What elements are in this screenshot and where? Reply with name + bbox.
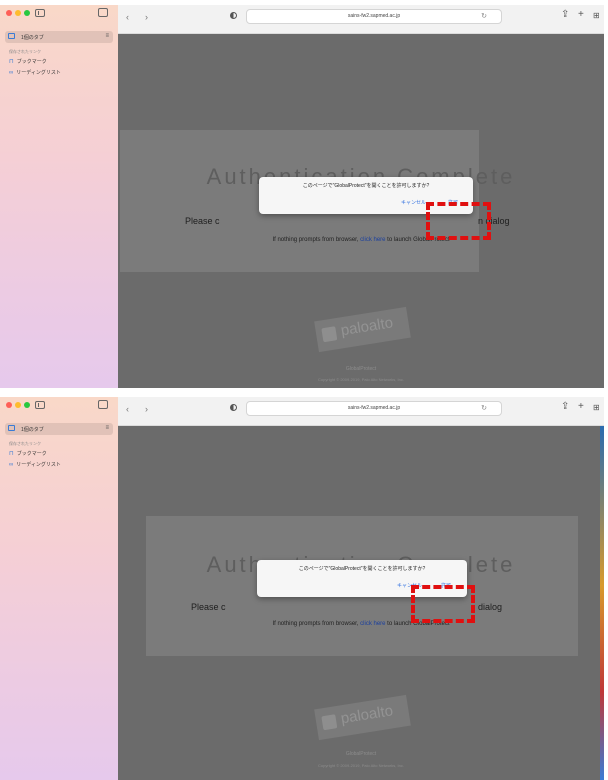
forward-button[interactable]: › — [145, 12, 148, 22]
launch-hint: If nothing prompts from browser, click h… — [118, 621, 604, 627]
address-bar[interactable]: sains-fw2.sapmed.ac.jp ↻ — [246, 401, 502, 416]
close-button[interactable] — [6, 10, 12, 16]
tab-group-label: 1個のタブ — [21, 427, 44, 433]
tab-grid-icon[interactable]: ⊞ — [593, 403, 600, 412]
back-button[interactable]: ‹ — [126, 404, 129, 414]
tab-overview-icon[interactable] — [98, 8, 108, 17]
cancel-button[interactable]: キャンセル — [401, 199, 426, 206]
window-controls — [6, 10, 30, 16]
screenshot-1: 1個のタブ ≡ 保存されたリンク ⊓ ブックマーク ∞ リーディングリスト ‹ › … — [0, 5, 604, 388]
highlight-allow — [411, 585, 475, 623]
paloalto-logo: paloalto — [314, 694, 411, 741]
sidebar-item-label: リーディングリスト — [16, 462, 61, 468]
page-content: Authentication Complete Please c dialog … — [118, 426, 604, 780]
address-bar[interactable]: sains-fw2.sapmed.ac.jp ↻ — [246, 9, 502, 24]
menu-icon[interactable]: ≡ — [105, 425, 109, 431]
click-here-link[interactable]: click here — [360, 621, 385, 627]
click-here-link[interactable]: click here — [360, 237, 385, 243]
reload-icon[interactable]: ↻ — [481, 404, 487, 412]
auth-message-right: dialog — [478, 602, 503, 612]
forward-button[interactable]: › — [145, 404, 148, 414]
sidebar-toggle-icon[interactable] — [35, 9, 45, 17]
privacy-shield-icon[interactable] — [230, 12, 237, 19]
hint-text: If nothing prompts from browser, — [272, 621, 361, 627]
share-icon[interactable]: ⇪ — [561, 401, 569, 412]
screenshot-2: 1個のタブ ≡ 保存されたリンク ⊓ ブックマーク ∞ リーディングリスト ‹ › … — [0, 397, 604, 780]
close-button[interactable] — [6, 402, 12, 408]
auth-message-left: Please c — [191, 602, 226, 612]
tab-group-item[interactable]: 1個のタブ ≡ — [5, 423, 113, 435]
tab-group-item[interactable]: 1個のタブ ≡ — [5, 31, 113, 43]
sidebar-item-label: ブックマーク — [16, 59, 47, 65]
reload-icon[interactable]: ↻ — [481, 12, 487, 20]
tab-group-label: 1個のタブ — [21, 35, 44, 41]
footer-product: GlobalProtect — [345, 751, 377, 757]
minimize-button[interactable] — [15, 10, 21, 16]
dialog-message: このページで"GlobalProtect"を開くことを許可しますか? — [298, 566, 426, 572]
share-icon[interactable]: ⇪ — [561, 9, 569, 20]
sidebar: 1個のタブ ≡ 保存されたリンク ⊓ ブックマーク ∞ リーディングリスト — [0, 5, 118, 388]
sidebar-item-bookmarks[interactable]: ⊓ ブックマーク — [9, 58, 47, 65]
toolbar: ‹ › sains-fw2.sapmed.ac.jp ↻ ⇪ + ⊞ — [118, 397, 604, 426]
zoom-button[interactable] — [24, 10, 30, 16]
paloalto-logo: paloalto — [314, 306, 411, 353]
section-title: 保存されたリンク — [9, 441, 41, 446]
sidebar-item-bookmarks[interactable]: ⊓ ブックマーク — [9, 450, 47, 457]
footer-copyright: Copyright © 2009-2019, Palo Alto Network… — [318, 763, 404, 768]
sidebar: 1個のタブ ≡ 保存されたリンク ⊓ ブックマーク ∞ リーディングリスト — [0, 397, 118, 780]
glasses-icon: ∞ — [9, 70, 14, 76]
bookmark-icon: ⊓ — [9, 451, 14, 457]
privacy-shield-icon[interactable] — [230, 404, 237, 411]
url-text: sains-fw2.sapmed.ac.jp — [347, 13, 401, 19]
footer-product: GlobalProtect — [345, 366, 377, 372]
tab-icon — [8, 425, 15, 431]
glasses-icon: ∞ — [9, 462, 14, 468]
minimize-button[interactable] — [15, 402, 21, 408]
back-button[interactable]: ‹ — [126, 12, 129, 22]
sidebar-item-label: ブックマーク — [16, 451, 47, 457]
logo-mark-icon — [321, 326, 338, 343]
desktop-edge — [600, 426, 604, 780]
section-title: 保存されたリンク — [9, 49, 41, 54]
tab-grid-icon[interactable]: ⊞ — [593, 11, 600, 20]
tab-icon — [8, 33, 15, 39]
auth-message-left: Please c — [185, 216, 220, 226]
sidebar-item-reading-list[interactable]: ∞ リーディングリスト — [9, 69, 61, 76]
window-controls — [6, 402, 30, 408]
logo-mark-icon — [321, 714, 338, 731]
launch-hint: If nothing prompts from browser, click h… — [118, 237, 604, 243]
new-tab-icon[interactable]: + — [578, 401, 584, 412]
footer-copyright: Copyright © 2009-2019, Palo Alto Network… — [318, 377, 404, 382]
dialog-message: このページで"GlobalProtect"を開くことを許可しますか? — [302, 183, 430, 189]
highlight-allow — [426, 202, 491, 240]
sidebar-item-reading-list[interactable]: ∞ リーディングリスト — [9, 461, 61, 468]
tab-overview-icon[interactable] — [98, 400, 108, 409]
sidebar-item-label: リーディングリスト — [16, 70, 61, 76]
hint-text: If nothing prompts from browser, — [272, 237, 361, 243]
bookmark-icon: ⊓ — [9, 59, 14, 65]
new-tab-icon[interactable]: + — [578, 9, 584, 20]
url-text: sains-fw2.sapmed.ac.jp — [347, 405, 401, 411]
zoom-button[interactable] — [24, 402, 30, 408]
sidebar-toggle-icon[interactable] — [35, 401, 45, 409]
toolbar: ‹ › sains-fw2.sapmed.ac.jp ↻ ⇪ + ⊞ — [118, 5, 604, 34]
menu-icon[interactable]: ≡ — [105, 33, 109, 39]
